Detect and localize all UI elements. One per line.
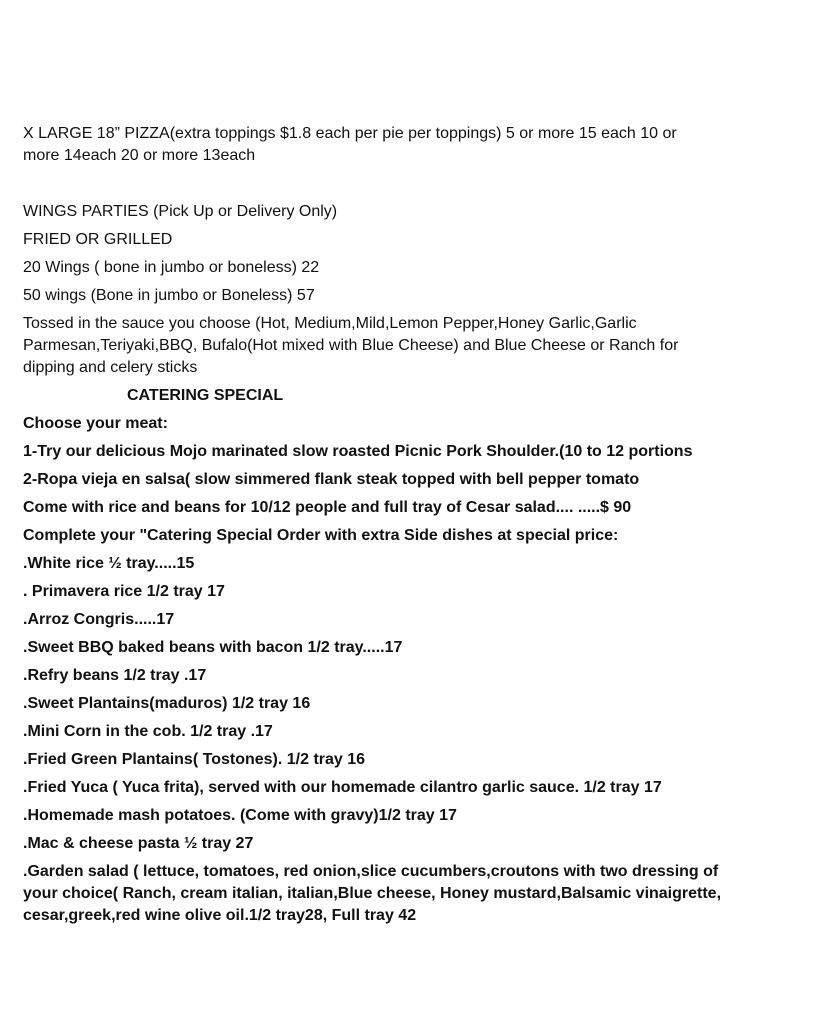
side-item: .Sweet BBQ baked beans with bacon 1/2 tr… xyxy=(23,639,403,656)
wings-title: WINGS PARTIES (Pick Up or Delivery Only) xyxy=(23,203,338,220)
wings-sauce-line-3: dipping and celery sticks xyxy=(23,359,198,376)
meat-option-1: 1-Try our delicious Mojo marinated slow … xyxy=(23,443,693,460)
side-item: .Fried Yuca ( Yuca frita), served with o… xyxy=(23,779,662,796)
side-item: .Sweet Plantains(maduros) 1/2 tray 16 xyxy=(23,695,311,712)
side-item: .Mini Corn in the cob. 1/2 tray .17 xyxy=(23,723,273,740)
pizza-line-2: more 14each 20 or more 13each xyxy=(23,147,256,164)
side-item: .Refry beans 1/2 tray .17 xyxy=(23,667,207,684)
garden-salad-line-1: .Garden salad ( lettuce, tomatoes, red o… xyxy=(23,863,719,880)
side-item: .Fried Green Plantains( Tostones). 1/2 t… xyxy=(23,751,366,768)
wings-item-50: 50 wings (Bone in jumbo or Boneless) 57 xyxy=(23,287,315,304)
pizza-line-1: X LARGE 18” PIZZA(extra toppings $1.8 ea… xyxy=(23,125,677,142)
side-item: . Primavera rice 1/2 tray 17 xyxy=(23,583,225,600)
choose-meat-label: Choose your meat: xyxy=(23,415,168,432)
wings-style: FRIED OR GRILLED xyxy=(23,231,173,248)
side-item: .White rice ½ tray.....15 xyxy=(23,555,195,572)
garden-salad-line-3: cesar,greek,red wine olive oil.1/2 tray2… xyxy=(23,907,417,924)
wings-item-20: 20 Wings ( bone in jumbo or boneless) 22 xyxy=(23,259,320,276)
meat-option-2: 2-Ropa vieja en salsa( slow simmered fla… xyxy=(23,471,640,488)
garden-salad-line-2: your choice( Ranch, cream italian, itali… xyxy=(23,885,722,902)
side-item: .Mac & cheese pasta ½ tray 27 xyxy=(23,835,254,852)
wings-sauce-line-2: Parmesan,Teriyaki,BBQ, Bufalo(Hot mixed … xyxy=(23,337,679,354)
side-item: .Homemade mash potatoes. (Come with grav… xyxy=(23,807,457,824)
side-item: .Arroz Congris.....17 xyxy=(23,611,175,628)
catering-includes: Come with rice and beans for 10/12 peopl… xyxy=(23,499,632,516)
menu-page: X LARGE 18” PIZZA(extra toppings $1.8 ea… xyxy=(0,0,832,1024)
catering-heading: CATERING SPECIAL xyxy=(127,387,284,404)
wings-sauce-line-1: Tossed in the sauce you choose (Hot, Med… xyxy=(23,315,637,332)
catering-complete-order: Complete your "Catering Special Order wi… xyxy=(23,527,619,544)
